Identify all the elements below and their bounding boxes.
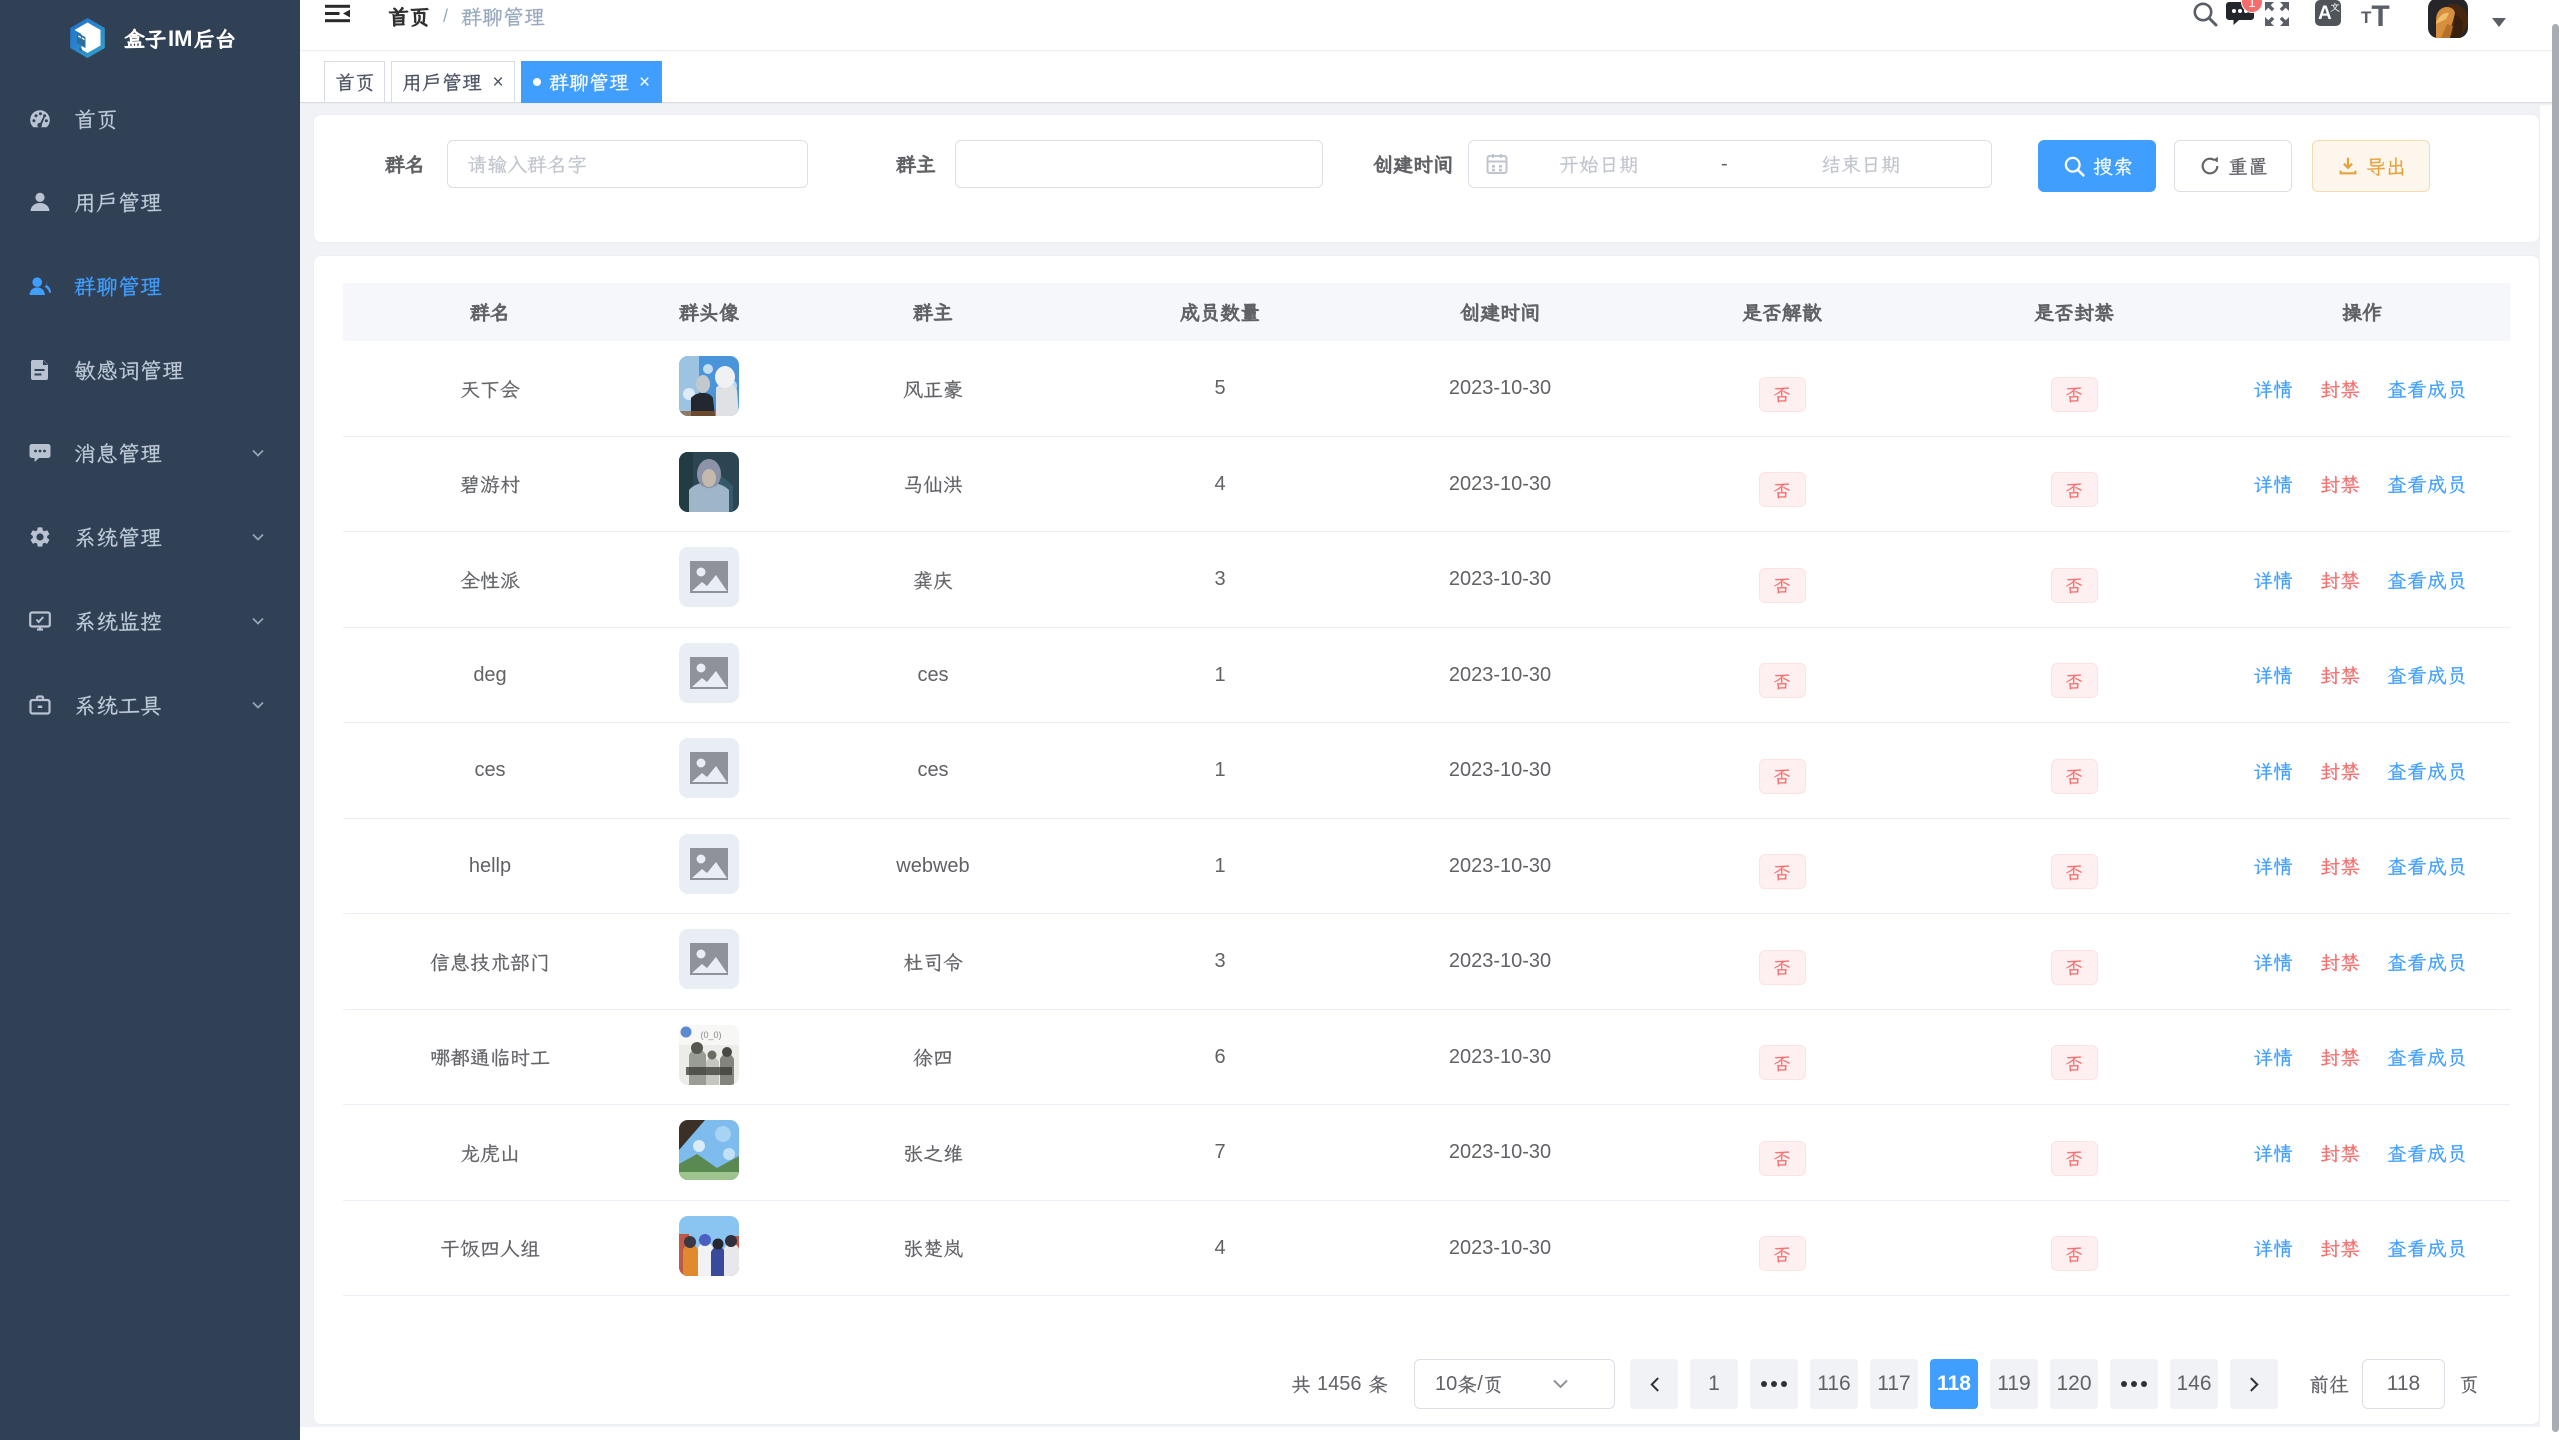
svg-text:(0_0): (0_0) [700, 1030, 721, 1040]
